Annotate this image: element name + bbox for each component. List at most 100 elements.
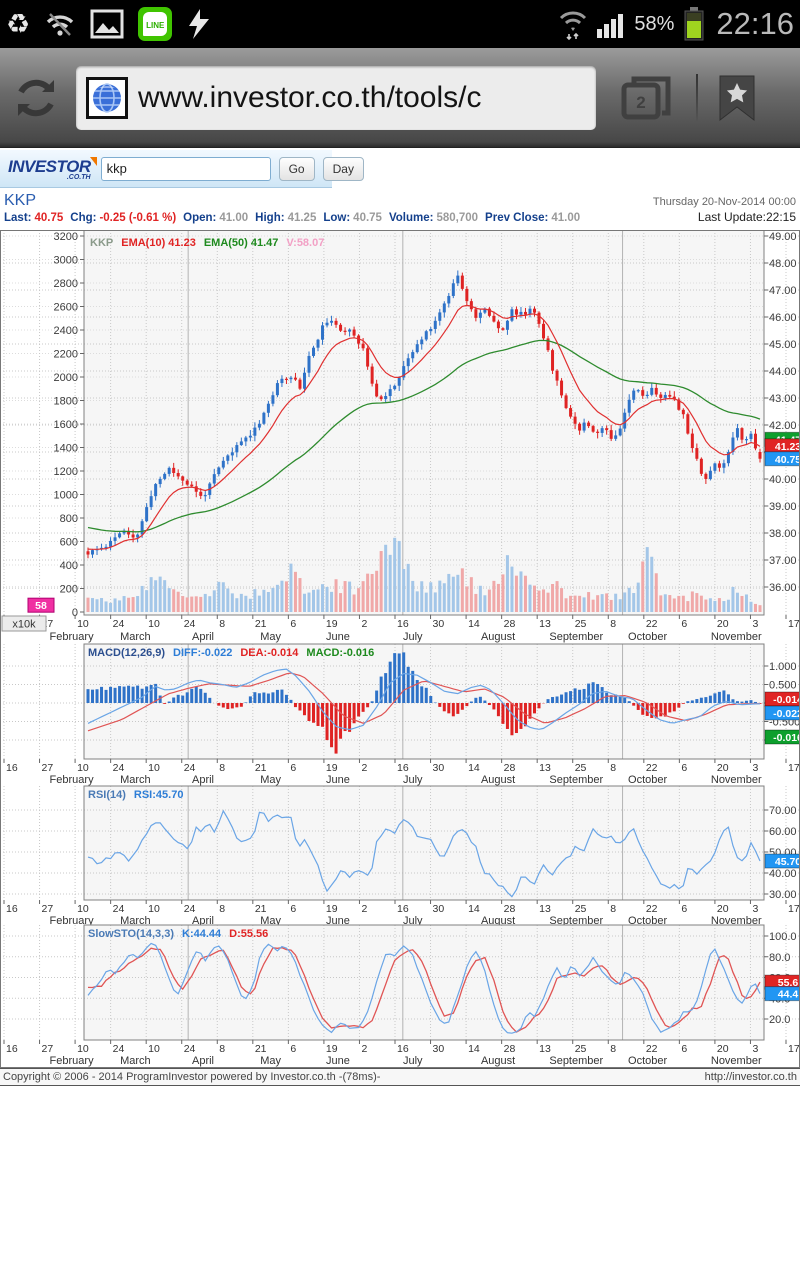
- site-header: INVESTOR .CO.TH Go Day: [0, 148, 800, 190]
- svg-text:-0.022: -0.022: [773, 708, 800, 720]
- stock-chart: 36.0037.0038.0039.0040.0041.0042.0043.00…: [0, 230, 800, 1068]
- svg-text:8: 8: [610, 1043, 616, 1055]
- svg-text:48.00: 48.00: [769, 258, 797, 270]
- svg-text:November: November: [711, 1055, 762, 1067]
- logo-text: INVESTOR: [8, 156, 91, 176]
- tabs-button[interactable]: 2: [618, 73, 674, 123]
- svg-text:20: 20: [717, 1043, 729, 1055]
- svg-text:RSI(14)RSI:45.70: RSI(14) RSI:45.70: [88, 789, 183, 801]
- tabs-icon: 2: [621, 76, 671, 119]
- svg-text:39.00: 39.00: [769, 501, 797, 513]
- svg-text:60.00: 60.00: [769, 826, 797, 838]
- svg-text:2400: 2400: [54, 325, 78, 337]
- svg-text:20.0: 20.0: [769, 1014, 790, 1026]
- svg-text:16: 16: [397, 618, 409, 630]
- bookmark-button[interactable]: [716, 73, 758, 123]
- refresh-icon: [18, 79, 54, 116]
- quote-datetime: Thursday 20-Nov-2014 00:00: [652, 196, 796, 208]
- flash-icon: [189, 9, 210, 39]
- svg-text:3200: 3200: [54, 231, 78, 243]
- investor-logo[interactable]: INVESTOR .CO.TH: [8, 156, 97, 181]
- symbol-search-input[interactable]: [100, 156, 271, 181]
- bookmark-star-icon: [719, 75, 755, 121]
- svg-text:September: September: [549, 1055, 603, 1067]
- svg-text:May: May: [260, 631, 281, 643]
- svg-text:28: 28: [504, 762, 516, 774]
- svg-text:44.4: 44.4: [778, 989, 799, 1001]
- svg-text:8: 8: [610, 903, 616, 915]
- svg-text:30: 30: [433, 618, 445, 630]
- status-bar-right: 58% 22:16: [558, 6, 794, 42]
- svg-text:19: 19: [326, 1043, 338, 1055]
- svg-text:30: 30: [433, 762, 445, 774]
- svg-text:41.23: 41.23: [775, 441, 800, 453]
- svg-text:July: July: [403, 1055, 423, 1067]
- svg-text:28: 28: [504, 1043, 516, 1055]
- svg-text:3: 3: [752, 903, 758, 915]
- toolbar-divider: [696, 73, 698, 122]
- svg-text:10: 10: [77, 618, 89, 630]
- svg-text:24: 24: [113, 762, 125, 774]
- svg-text:14: 14: [468, 618, 480, 630]
- svg-text:6: 6: [681, 618, 687, 630]
- android-status-bar: ♻ LINE 58% 22:16: [0, 0, 800, 48]
- svg-text:April: April: [192, 1055, 214, 1067]
- svg-text:24: 24: [184, 903, 196, 915]
- svg-text:25: 25: [575, 762, 587, 774]
- day-button[interactable]: Day: [322, 156, 364, 181]
- svg-text:2: 2: [361, 1043, 367, 1055]
- svg-text:1800: 1800: [54, 396, 78, 408]
- svg-text:MACD(12,26,9)DIFF:-0.022DEA:-0: MACD(12,26,9) DIFF:-0.022 DEA:-0.014 MACD:-…: [88, 647, 374, 659]
- svg-text:600: 600: [60, 537, 78, 549]
- svg-text:58: 58: [35, 600, 47, 612]
- gallery-icon: [90, 9, 124, 39]
- site-toolbar: INVESTOR .CO.TH Go Day: [0, 150, 364, 188]
- svg-text:8: 8: [219, 618, 225, 630]
- svg-text:13: 13: [539, 903, 551, 915]
- svg-text:3000: 3000: [54, 255, 78, 267]
- svg-text:30: 30: [433, 1043, 445, 1055]
- svg-text:10: 10: [148, 903, 160, 915]
- svg-text:30: 30: [433, 903, 445, 915]
- symbol-title: KKP: [4, 192, 37, 209]
- svg-text:25: 25: [575, 1043, 587, 1055]
- go-button[interactable]: Go: [278, 156, 315, 181]
- svg-text:2: 2: [361, 618, 367, 630]
- svg-text:2600: 2600: [54, 302, 78, 314]
- chart-footer: Copyright © 2006 - 2014 ProgramInvestor …: [0, 1068, 800, 1086]
- chart-panels: 36.0037.0038.0039.0040.0041.0042.0043.00…: [0, 230, 800, 1068]
- svg-text:19: 19: [326, 618, 338, 630]
- svg-text:October: October: [628, 631, 667, 643]
- svg-text:22: 22: [646, 1043, 658, 1055]
- svg-text:2200: 2200: [54, 349, 78, 361]
- svg-text:24: 24: [184, 1043, 196, 1055]
- svg-text:21: 21: [255, 618, 267, 630]
- svg-text:200: 200: [60, 584, 78, 596]
- svg-text:17: 17: [788, 903, 800, 915]
- svg-text:22: 22: [646, 903, 658, 915]
- svg-text:17: 17: [788, 762, 800, 774]
- svg-text:25: 25: [575, 903, 587, 915]
- svg-text:June: June: [326, 631, 350, 643]
- url-bar[interactable]: www.investor.co.th/tools/c: [76, 65, 596, 130]
- svg-text:400: 400: [60, 560, 78, 572]
- svg-text:2: 2: [361, 762, 367, 774]
- svg-text:70.00: 70.00: [769, 805, 797, 817]
- svg-text:49.00: 49.00: [769, 231, 797, 243]
- svg-text:6: 6: [681, 1043, 687, 1055]
- svg-text:-0.016: -0.016: [773, 732, 800, 744]
- logo-triangle-icon: [89, 156, 97, 166]
- svg-text:27: 27: [42, 903, 54, 915]
- svg-text:40.75: 40.75: [775, 454, 800, 466]
- svg-text:6: 6: [681, 762, 687, 774]
- svg-text:8: 8: [610, 762, 616, 774]
- svg-text:August: August: [481, 1055, 515, 1067]
- svg-text:July: July: [403, 631, 423, 643]
- svg-text:19: 19: [326, 762, 338, 774]
- refresh-button[interactable]: [10, 72, 62, 124]
- svg-text:42.00: 42.00: [769, 420, 797, 432]
- svg-text:10: 10: [148, 762, 160, 774]
- svg-text:20: 20: [717, 618, 729, 630]
- svg-text:1400: 1400: [54, 443, 78, 455]
- svg-text:37.00: 37.00: [769, 555, 797, 567]
